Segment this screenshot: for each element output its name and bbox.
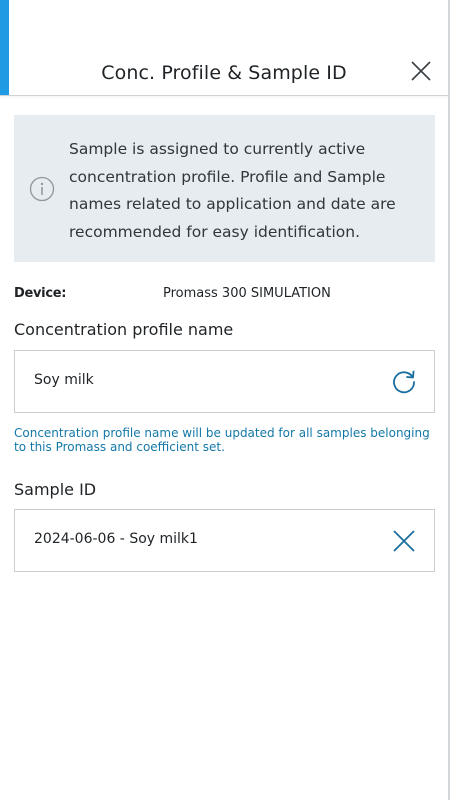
- close-icon: [411, 61, 431, 81]
- close-button[interactable]: [408, 58, 434, 84]
- concentration-profile-input[interactable]: Soy milk: [14, 350, 435, 413]
- clear-button[interactable]: [390, 527, 418, 555]
- info-box: Sample is assigned to currently active c…: [14, 115, 435, 262]
- device-row: Device: Promass 300 SIMULATION: [14, 286, 434, 306]
- dialog-header: Conc. Profile & Sample ID: [0, 0, 448, 96]
- device-value: Promass 300 SIMULATION: [163, 286, 331, 301]
- refresh-icon: [393, 370, 415, 394]
- device-label: Device:: [14, 286, 67, 301]
- sample-id-input[interactable]: 2024-06-06 - Soy milk1: [14, 509, 435, 572]
- sample-id-value[interactable]: 2024-06-06 - Soy milk1: [34, 531, 198, 547]
- clear-icon: [393, 530, 415, 552]
- concentration-profile-value[interactable]: Soy milk: [34, 372, 94, 388]
- info-icon: [29, 176, 55, 202]
- concentration-profile-hint: Concentration profile name will be updat…: [14, 426, 430, 454]
- refresh-button[interactable]: [390, 368, 418, 396]
- dialog-title: Conc. Profile & Sample ID: [101, 62, 347, 84]
- sample-id-label: Sample ID: [14, 480, 97, 499]
- info-text: Sample is assigned to currently active c…: [69, 140, 396, 241]
- concentration-profile-label: Concentration profile name: [14, 320, 234, 339]
